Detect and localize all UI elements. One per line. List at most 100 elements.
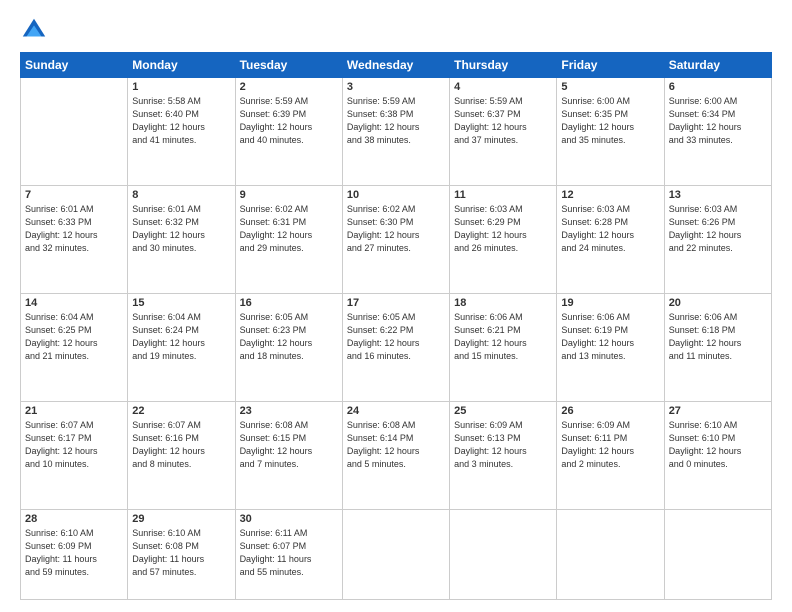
day-number: 23 xyxy=(240,405,338,417)
day-number: 20 xyxy=(669,297,767,309)
day-number: 16 xyxy=(240,297,338,309)
calendar-day-cell: 19 Sunrise: 6:06 AM Sunset: 6:19 PM Dayli… xyxy=(557,294,664,402)
calendar-day-cell: 6 Sunrise: 6:00 AM Sunset: 6:34 PM Daylig… xyxy=(664,78,771,186)
day-info: Sunrise: 6:00 AM Sunset: 6:35 PM Dayligh… xyxy=(561,95,659,147)
day-info: Sunrise: 6:10 AM Sunset: 6:09 PM Dayligh… xyxy=(25,527,123,579)
day-info: Sunrise: 6:09 AM Sunset: 6:11 PM Dayligh… xyxy=(561,419,659,471)
day-number: 8 xyxy=(132,189,230,201)
day-info: Sunrise: 6:10 AM Sunset: 6:08 PM Dayligh… xyxy=(132,527,230,579)
calendar-day-cell: 3 Sunrise: 5:59 AM Sunset: 6:38 PM Daylig… xyxy=(342,78,449,186)
calendar-day-cell xyxy=(450,510,557,600)
day-number: 12 xyxy=(561,189,659,201)
day-number: 18 xyxy=(454,297,552,309)
day-number: 26 xyxy=(561,405,659,417)
day-number: 24 xyxy=(347,405,445,417)
day-number: 4 xyxy=(454,81,552,93)
day-info: Sunrise: 6:03 AM Sunset: 6:28 PM Dayligh… xyxy=(561,203,659,255)
day-number: 21 xyxy=(25,405,123,417)
calendar-day-cell: 26 Sunrise: 6:09 AM Sunset: 6:11 PM Dayli… xyxy=(557,402,664,510)
calendar-day-cell: 11Sunrise: 6:03 AM Sunset: 6:29 PM Dayli… xyxy=(450,186,557,294)
calendar-header-thursday: Thursday xyxy=(450,53,557,78)
day-info: Sunrise: 6:06 AM Sunset: 6:19 PM Dayligh… xyxy=(561,311,659,363)
calendar-header-sunday: Sunday xyxy=(21,53,128,78)
day-number: 13 xyxy=(669,189,767,201)
day-number: 19 xyxy=(561,297,659,309)
calendar-day-cell xyxy=(342,510,449,600)
calendar-header-monday: Monday xyxy=(128,53,235,78)
calendar-day-cell: 14 Sunrise: 6:04 AM Sunset: 6:25 PM Dayli… xyxy=(21,294,128,402)
day-number: 1 xyxy=(132,81,230,93)
calendar-day-cell: 24 Sunrise: 6:08 AM Sunset: 6:14 PM Dayli… xyxy=(342,402,449,510)
calendar-day-cell: 16 Sunrise: 6:05 AM Sunset: 6:23 PM Dayli… xyxy=(235,294,342,402)
calendar-day-cell: 23 Sunrise: 6:08 AM Sunset: 6:15 PM Dayli… xyxy=(235,402,342,510)
day-number: 27 xyxy=(669,405,767,417)
day-info: Sunrise: 6:11 AM Sunset: 6:07 PM Dayligh… xyxy=(240,527,338,579)
page: SundayMondayTuesdayWednesdayThursdayFrid… xyxy=(0,0,792,612)
calendar-day-cell: 30 Sunrise: 6:11 AM Sunset: 6:07 PM Dayli… xyxy=(235,510,342,600)
day-info: Sunrise: 6:03 AM Sunset: 6:26 PM Dayligh… xyxy=(669,203,767,255)
calendar-day-cell: 18 Sunrise: 6:06 AM Sunset: 6:21 PM Dayli… xyxy=(450,294,557,402)
day-info: Sunrise: 6:02 AM Sunset: 6:31 PM Dayligh… xyxy=(240,203,338,255)
day-info: Sunrise: 6:08 AM Sunset: 6:15 PM Dayligh… xyxy=(240,419,338,471)
calendar-day-cell: 15 Sunrise: 6:04 AM Sunset: 6:24 PM Dayli… xyxy=(128,294,235,402)
logo-icon xyxy=(20,16,48,44)
day-number: 25 xyxy=(454,405,552,417)
day-info: Sunrise: 5:59 AM Sunset: 6:38 PM Dayligh… xyxy=(347,95,445,147)
day-number: 28 xyxy=(25,513,123,525)
day-info: Sunrise: 6:01 AM Sunset: 6:32 PM Dayligh… xyxy=(132,203,230,255)
calendar-day-cell: 13 Sunrise: 6:03 AM Sunset: 6:26 PM Dayli… xyxy=(664,186,771,294)
calendar-day-cell: 20 Sunrise: 6:06 AM Sunset: 6:18 PM Dayli… xyxy=(664,294,771,402)
day-info: Sunrise: 6:08 AM Sunset: 6:14 PM Dayligh… xyxy=(347,419,445,471)
day-number: 5 xyxy=(561,81,659,93)
day-number: 17 xyxy=(347,297,445,309)
calendar-day-cell: 17 Sunrise: 6:05 AM Sunset: 6:22 PM Dayli… xyxy=(342,294,449,402)
calendar-day-cell: 22Sunrise: 6:07 AM Sunset: 6:16 PM Dayli… xyxy=(128,402,235,510)
day-info: Sunrise: 6:01 AM Sunset: 6:33 PM Dayligh… xyxy=(25,203,123,255)
calendar-day-cell: 21Sunrise: 6:07 AM Sunset: 6:17 PM Dayli… xyxy=(21,402,128,510)
day-info: Sunrise: 6:00 AM Sunset: 6:34 PM Dayligh… xyxy=(669,95,767,147)
day-number: 14 xyxy=(25,297,123,309)
calendar-table: SundayMondayTuesdayWednesdayThursdayFrid… xyxy=(20,52,772,600)
day-info: Sunrise: 5:59 AM Sunset: 6:37 PM Dayligh… xyxy=(454,95,552,147)
calendar-day-cell: 27 Sunrise: 6:10 AM Sunset: 6:10 PM Dayli… xyxy=(664,402,771,510)
day-info: Sunrise: 5:58 AM Sunset: 6:40 PM Dayligh… xyxy=(132,95,230,147)
calendar-header-wednesday: Wednesday xyxy=(342,53,449,78)
day-number: 11 xyxy=(454,189,552,201)
day-info: Sunrise: 6:05 AM Sunset: 6:22 PM Dayligh… xyxy=(347,311,445,363)
day-number: 30 xyxy=(240,513,338,525)
day-info: Sunrise: 6:04 AM Sunset: 6:25 PM Dayligh… xyxy=(25,311,123,363)
day-info: Sunrise: 6:02 AM Sunset: 6:30 PM Dayligh… xyxy=(347,203,445,255)
day-info: Sunrise: 6:10 AM Sunset: 6:10 PM Dayligh… xyxy=(669,419,767,471)
day-number: 10 xyxy=(347,189,445,201)
calendar-day-cell: 25 Sunrise: 6:09 AM Sunset: 6:13 PM Dayli… xyxy=(450,402,557,510)
logo xyxy=(20,16,52,44)
day-info: Sunrise: 6:06 AM Sunset: 6:18 PM Dayligh… xyxy=(669,311,767,363)
calendar-day-cell xyxy=(664,510,771,600)
calendar-header-row: SundayMondayTuesdayWednesdayThursdayFrid… xyxy=(21,53,772,78)
day-number: 29 xyxy=(132,513,230,525)
day-number: 9 xyxy=(240,189,338,201)
calendar-day-cell: 28 Sunrise: 6:10 AM Sunset: 6:09 PM Dayli… xyxy=(21,510,128,600)
calendar-week-row: 21Sunrise: 6:07 AM Sunset: 6:17 PM Dayli… xyxy=(21,402,772,510)
day-info: Sunrise: 5:59 AM Sunset: 6:39 PM Dayligh… xyxy=(240,95,338,147)
calendar-week-row: 28 Sunrise: 6:10 AM Sunset: 6:09 PM Dayli… xyxy=(21,510,772,600)
day-number: 15 xyxy=(132,297,230,309)
calendar-header-tuesday: Tuesday xyxy=(235,53,342,78)
day-info: Sunrise: 6:07 AM Sunset: 6:16 PM Dayligh… xyxy=(132,419,230,471)
calendar-day-cell: 5 Sunrise: 6:00 AM Sunset: 6:35 PM Daylig… xyxy=(557,78,664,186)
calendar-day-cell xyxy=(21,78,128,186)
day-info: Sunrise: 6:05 AM Sunset: 6:23 PM Dayligh… xyxy=(240,311,338,363)
day-info: Sunrise: 6:09 AM Sunset: 6:13 PM Dayligh… xyxy=(454,419,552,471)
calendar-day-cell: 8 Sunrise: 6:01 AM Sunset: 6:32 PM Daylig… xyxy=(128,186,235,294)
calendar-header-friday: Friday xyxy=(557,53,664,78)
calendar-day-cell: 12 Sunrise: 6:03 AM Sunset: 6:28 PM Dayli… xyxy=(557,186,664,294)
calendar-day-cell: 4 Sunrise: 5:59 AM Sunset: 6:37 PM Daylig… xyxy=(450,78,557,186)
calendar-day-cell xyxy=(557,510,664,600)
calendar-day-cell: 10 Sunrise: 6:02 AM Sunset: 6:30 PM Dayli… xyxy=(342,186,449,294)
day-number: 3 xyxy=(347,81,445,93)
day-number: 6 xyxy=(669,81,767,93)
day-info: Sunrise: 6:06 AM Sunset: 6:21 PM Dayligh… xyxy=(454,311,552,363)
calendar-header-saturday: Saturday xyxy=(664,53,771,78)
day-info: Sunrise: 6:04 AM Sunset: 6:24 PM Dayligh… xyxy=(132,311,230,363)
calendar-week-row: 14 Sunrise: 6:04 AM Sunset: 6:25 PM Dayli… xyxy=(21,294,772,402)
